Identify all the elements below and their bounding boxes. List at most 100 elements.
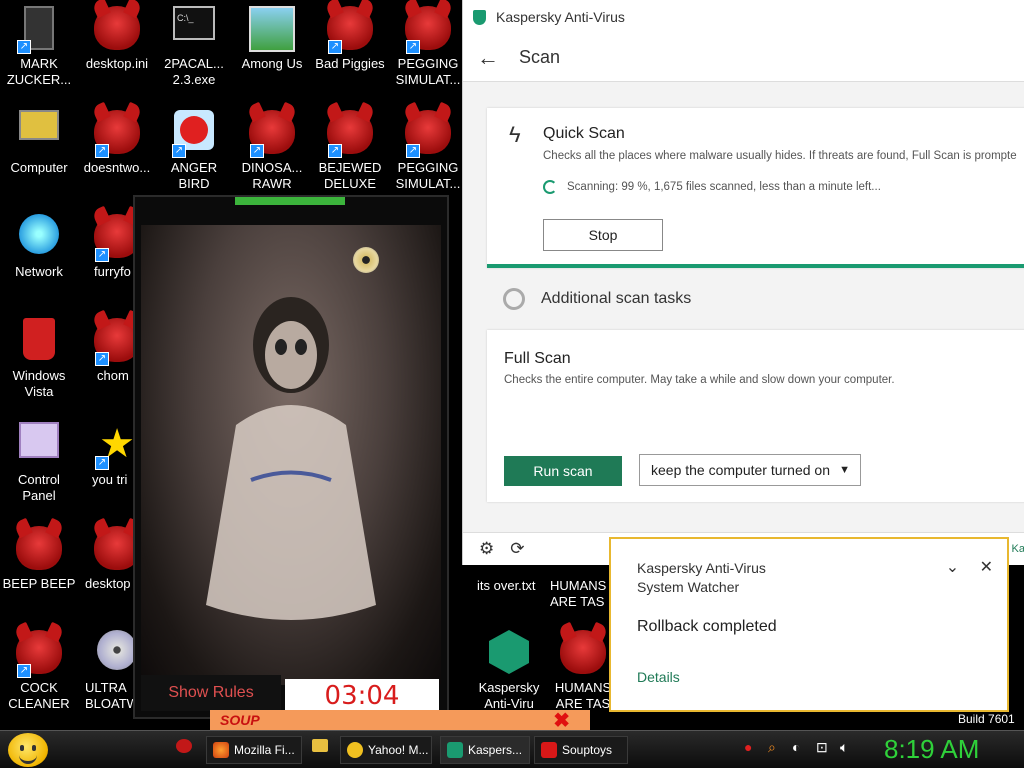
- desktop-icon-dinosa-rawr[interactable]: ↗ DINOSA... RAWR: [233, 104, 311, 192]
- desktop-icon-doesntwo[interactable]: ↗ doesntwo...: [78, 104, 156, 176]
- close-icon[interactable]: ✕: [980, 559, 993, 576]
- desktop-icon-humans-are-tas-1[interactable]: HUMANS ARE TAS: [550, 578, 610, 610]
- desktop-icon-windows-vista[interactable]: Windows Vista: [0, 312, 78, 400]
- full-scan-title: Full Scan: [504, 350, 571, 367]
- computer-icon: [15, 110, 63, 158]
- eyeball-icon[interactable]: [353, 247, 379, 273]
- details-link[interactable]: Details: [637, 669, 680, 685]
- horror-game-window[interactable]: Show Rules 03:04: [133, 195, 449, 719]
- desktop-icon-computer[interactable]: Computer: [0, 104, 78, 176]
- notification-app-name: Kaspersky Anti-Virus: [637, 560, 766, 576]
- full-scan-card: Full Scan Checks the entire computer. Ma…: [487, 330, 1024, 502]
- scan-option-dropdown[interactable]: keep the computer turned on ▼: [639, 454, 861, 486]
- desktop-icon-its-over[interactable]: its over.txt: [477, 578, 536, 593]
- footer-link-fragment[interactable]: Ka: [1012, 543, 1024, 555]
- devil-icon: ↗: [326, 110, 374, 158]
- notification-message: Rollback completed: [637, 618, 777, 635]
- notification-source: Kaspersky Anti-Virus System Watcher: [637, 559, 766, 597]
- desktop-icon-control-panel[interactable]: Control Panel: [0, 416, 78, 504]
- gear-icon[interactable]: ⚙: [479, 539, 494, 559]
- devil-icon: ↗: [404, 6, 452, 54]
- additional-scan-tasks-title: Additional scan tasks: [541, 290, 692, 307]
- chevron-down-icon[interactable]: ⌄: [946, 559, 959, 576]
- recycle-bin-icon: [15, 318, 63, 366]
- window-titlebar[interactable]: Kaspersky Anti-Virus: [463, 0, 1024, 34]
- taskbar: Mozilla Fi... Yahoo! M... Kaspers... Sou…: [0, 730, 1024, 768]
- countdown-timer: 03:04: [285, 679, 439, 713]
- taskbar-item-souptoys[interactable]: Souptoys: [534, 736, 628, 764]
- desktop-icon-among-us[interactable]: Among Us: [233, 0, 311, 72]
- devil-icon: ↗: [15, 630, 63, 678]
- devil-icon: [93, 6, 141, 54]
- alert-icon[interactable]: ●: [744, 739, 752, 755]
- yahoo-messenger-icon: [347, 742, 363, 758]
- console-icon: C:\_: [170, 6, 218, 54]
- show-rules-button[interactable]: Show Rules: [141, 675, 281, 711]
- taskbar-item-kaspersky[interactable]: Kaspers...: [440, 736, 530, 764]
- search-icon[interactable]: ⌕: [768, 739, 776, 756]
- window-title: Kaspersky Anti-Virus: [496, 9, 625, 25]
- desktop-icon-2pacal[interactable]: C:\_ 2PACAL... 2.3.exe: [155, 0, 233, 88]
- taskbar-item-firefox[interactable]: Mozilla Fi...: [206, 736, 302, 764]
- close-icon[interactable]: ✖: [553, 708, 570, 730]
- stop-button[interactable]: Stop: [543, 219, 663, 251]
- kaspersky-window: Kaspersky Anti-Virus ← Scan ϟ Quick Scan…: [462, 0, 1024, 565]
- kaspersky-icon: [447, 742, 463, 758]
- ghost-girl-image: [141, 225, 441, 685]
- desktop-icon-pegging-simulat-1[interactable]: ↗ PEGGING SIMULAT...: [389, 0, 467, 88]
- desktop-icon-bejewed-deluxe[interactable]: ↗ BEJEWED DELUXE: [311, 104, 389, 192]
- souptoys-icon: [541, 742, 557, 758]
- desktop-icon-pegging-simulat-2[interactable]: ↗ PEGGING SIMULAT...: [389, 104, 467, 192]
- notification-controls: ⌄ ✕: [930, 557, 993, 577]
- desktop-icon-desktop-ini[interactable]: desktop.ini: [78, 0, 156, 72]
- scan-progress-bar: [487, 264, 1024, 268]
- desktop-icon-mark-zucker[interactable]: ↗ MARK ZUCKER...: [0, 0, 78, 88]
- devil-icon: ↗: [326, 6, 374, 54]
- build-watermark: Build 7601: [958, 712, 1015, 726]
- run-scan-button[interactable]: Run scan: [504, 456, 622, 486]
- devil-icon: [15, 526, 63, 574]
- devil-icon: ↗: [404, 110, 452, 158]
- quick-scan-card: ϟ Quick Scan Checks all the places where…: [487, 108, 1024, 268]
- folder-icon[interactable]: [312, 739, 328, 755]
- control-panel-icon: [15, 422, 63, 470]
- among-us-icon: [248, 6, 296, 54]
- scan-progress-text: Scanning: 99 %, 1,675 files scanned, les…: [567, 181, 881, 193]
- window-drag-bar[interactable]: [235, 197, 345, 205]
- desktop-icon-kaspersky[interactable]: Kaspersky Anti-Viru: [470, 624, 548, 712]
- desktop-icon-anger-bird[interactable]: ↗ ANGER BIRD: [155, 104, 233, 192]
- souptoys-window[interactable]: SOUP ✖: [210, 710, 590, 730]
- desktop: ↗ MARK ZUCKER... Computer Network Window…: [0, 0, 1024, 730]
- page-header: ← Scan: [463, 34, 1024, 82]
- desktop-icon-cock-cleaner[interactable]: ↗ COCK CLEANER: [0, 624, 78, 712]
- devil-icon[interactable]: [176, 739, 192, 756]
- kaspersky-icon: [485, 630, 533, 678]
- notification-component: System Watcher: [637, 579, 740, 595]
- start-button[interactable]: [8, 733, 48, 767]
- network-icon: [15, 214, 63, 262]
- scan-target-icon: [503, 288, 525, 310]
- devil-icon: ↗: [93, 110, 141, 158]
- lightning-icon: ϟ: [509, 122, 521, 147]
- network-icon[interactable]: ⊡: [816, 739, 828, 756]
- spinner-icon: [543, 180, 557, 194]
- support-icon[interactable]: ⟳: [510, 539, 524, 559]
- rollback-notification: Kaspersky Anti-Virus System Watcher ⌄ ✕ …: [609, 537, 1009, 712]
- devil-icon: [559, 630, 607, 678]
- quick-scan-description: Checks all the places where malware usua…: [543, 150, 1017, 162]
- clock[interactable]: 8:19 AM: [884, 734, 979, 765]
- volume-icon[interactable]: 🔈︎: [840, 739, 848, 756]
- chevron-down-icon: ▼: [839, 464, 850, 476]
- devil-icon: ↗: [248, 110, 296, 158]
- figure-icon: ↗: [15, 6, 63, 54]
- taskbar-item-yahoo[interactable]: Yahoo! M...: [340, 736, 432, 764]
- desktop-icon-network[interactable]: Network: [0, 208, 78, 280]
- back-arrow-icon[interactable]: ←: [463, 45, 513, 71]
- desktop-icon-beep-beep[interactable]: BEEP BEEP: [0, 520, 78, 592]
- scan-option-value: keep the computer turned on: [651, 462, 831, 478]
- tray-app-icon[interactable]: ◐: [792, 739, 800, 755]
- firefox-icon: [213, 742, 229, 758]
- quick-scan-title: Quick Scan: [543, 125, 625, 142]
- scan-content: ϟ Quick Scan Checks all the places where…: [463, 82, 1024, 532]
- desktop-icon-bad-piggies[interactable]: ↗ Bad Piggies: [311, 0, 389, 72]
